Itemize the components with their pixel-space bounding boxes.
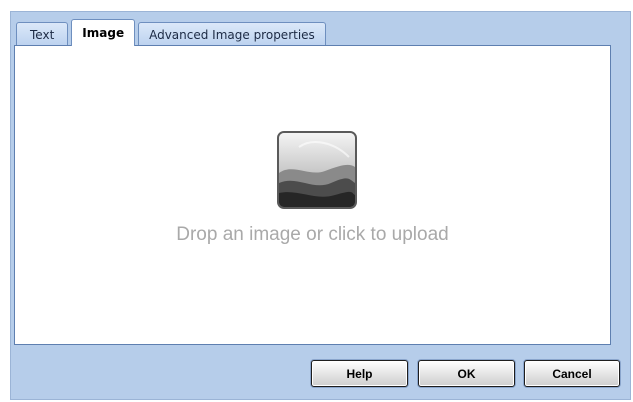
tab-image[interactable]: Image — [71, 19, 136, 46]
cancel-button[interactable]: Cancel — [524, 360, 620, 387]
image-placeholder-icon — [277, 131, 357, 209]
image-drop-zone[interactable]: Drop an image or click to upload — [15, 46, 610, 344]
tab-advanced-image-properties[interactable]: Advanced Image properties — [138, 22, 326, 46]
drop-zone-label: Drop an image or click to upload — [176, 224, 449, 245]
ok-button[interactable]: OK — [418, 360, 515, 387]
image-tab-panel: Drop an image or click to upload — [14, 45, 611, 345]
help-button[interactable]: Help — [311, 360, 408, 387]
tab-bar: Text Image Advanced Image properties — [16, 19, 329, 46]
tab-text[interactable]: Text — [16, 22, 69, 46]
